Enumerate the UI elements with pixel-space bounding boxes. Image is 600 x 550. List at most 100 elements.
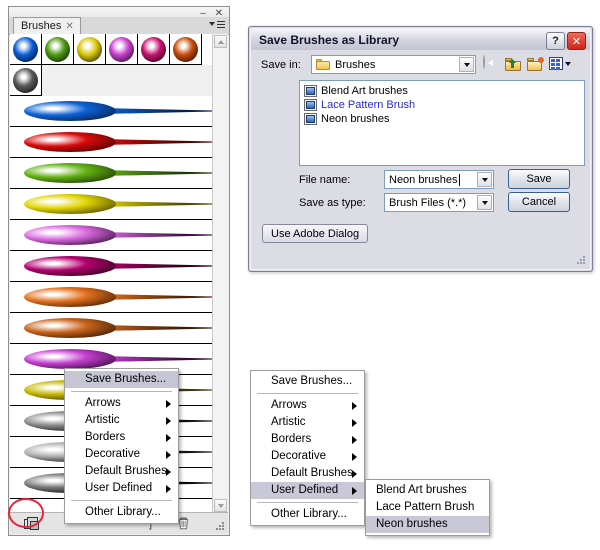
menu-item-label: Default Brushes — [271, 467, 353, 479]
menu-item-artistic[interactable]: Artistic — [65, 412, 178, 429]
save-in-combobox[interactable]: Brushes — [311, 55, 476, 74]
new-brush-icon[interactable] — [24, 516, 39, 531]
yellow-brush-thumb[interactable] — [74, 34, 106, 65]
submenu-arrow-icon — [352, 453, 357, 461]
file-list-item[interactable]: Lace Pattern Brush — [300, 98, 584, 112]
menu-item-default-brushes[interactable]: Default Brushes — [251, 465, 364, 482]
menu-item-borders[interactable]: Borders — [65, 429, 178, 446]
save-button[interactable]: Save — [508, 169, 570, 189]
back-arrow-icon[interactable] — [483, 55, 500, 72]
scroll-down-button[interactable] — [214, 499, 227, 512]
file-list-item[interactable]: Neon brushes — [300, 112, 584, 126]
chevron-down-icon[interactable] — [477, 195, 492, 210]
submenu-arrow-icon — [166, 417, 171, 425]
menu-item-save-brushes[interactable]: Save Brushes... — [251, 373, 364, 390]
menu-item-arrows[interactable]: Arrows — [251, 397, 364, 414]
menu-item-label: Decorative — [85, 448, 140, 460]
close-button[interactable]: ✕ — [567, 32, 586, 50]
up-one-level-icon[interactable] — [505, 57, 522, 71]
menu-item-arrows[interactable]: Arrows — [65, 395, 178, 412]
text-caret — [458, 173, 460, 186]
tab-brushes[interactable]: Brushes ✕ — [13, 17, 81, 34]
brush-stroke-row[interactable] — [10, 313, 228, 344]
scroll-up-button[interactable] — [214, 35, 227, 48]
image-file-icon — [304, 113, 317, 125]
file-name-label: File name: — [299, 174, 351, 186]
file-list[interactable]: Blend Art brushes Lace Pattern Brush Neon … — [299, 80, 585, 166]
menu-item-label: Borders — [85, 431, 126, 443]
green-brush-thumb[interactable] — [42, 34, 74, 65]
tab-close-icon[interactable]: ✕ — [65, 21, 73, 32]
save-as-type-value: Brush Files (*.*) — [389, 196, 467, 209]
stroke-tail — [102, 108, 214, 114]
brush-stroke-row[interactable] — [10, 220, 228, 251]
stroke-tail — [102, 139, 214, 145]
stroke-bulb — [24, 194, 116, 214]
menu-item-decorative[interactable]: Decorative — [65, 446, 178, 463]
help-button[interactable]: ? — [546, 32, 565, 50]
submenu-arrow-icon — [352, 487, 357, 495]
new-folder-icon[interactable] — [527, 57, 544, 71]
brush-ball-glyph — [141, 37, 166, 62]
green-stroke — [24, 163, 214, 183]
menu-item-other-library[interactable]: Other Library... — [65, 504, 178, 521]
submenu-arrow-icon — [166, 400, 171, 408]
menu-item-save-brushes[interactable]: Save Brushes... — [65, 371, 178, 388]
menu-item-label: Save Brushes... — [271, 375, 353, 387]
cancel-button[interactable]: Cancel — [508, 192, 570, 212]
chevron-up-icon — [218, 40, 224, 44]
stroke-tail — [102, 263, 214, 269]
magenta-brush-thumb[interactable] — [106, 34, 138, 65]
brushes-flyout-menu-right[interactable]: Save Brushes... Arrows Artistic Borders Deco… — [250, 370, 365, 526]
dialog-resize-grip[interactable] — [576, 256, 586, 266]
submenu-item-lace-pattern-brush[interactable]: Lace Pattern Brush — [366, 499, 489, 516]
submenu-item-blend-art-brushes[interactable]: Blend Art brushes — [366, 482, 489, 499]
panel-scrollbar[interactable] — [212, 34, 228, 513]
use-adobe-dialog-button[interactable]: Use Adobe Dialog — [262, 224, 369, 243]
save-as-type-combobox[interactable]: Brush Files (*.*) — [384, 193, 494, 212]
chevron-down-icon[interactable] — [459, 57, 474, 72]
stroke-bulb — [24, 287, 116, 307]
thumbnail-empty-area — [42, 65, 228, 96]
menu-separator — [257, 502, 358, 503]
copper-stroke — [24, 318, 214, 338]
user-defined-submenu[interactable]: Blend Art brushes Lace Pattern Brush Neon … — [365, 479, 490, 536]
menu-item-user-defined[interactable]: User Defined — [65, 480, 178, 497]
menu-item-label: Default Brushes — [85, 465, 167, 477]
pink-brush-thumb[interactable] — [138, 34, 170, 65]
magenta-stroke — [24, 256, 214, 276]
menu-item-artistic[interactable]: Artistic — [251, 414, 364, 431]
menu-item-default-brushes[interactable]: Default Brushes — [65, 463, 178, 480]
panel-flyout-menu-button[interactable] — [209, 19, 225, 32]
chevron-down-icon — [209, 22, 215, 26]
stroke-tail — [102, 170, 214, 176]
brushes-flyout-menu-left[interactable]: Save Brushes... Arrows Artistic Borders Deco… — [64, 368, 179, 524]
blue-brush-thumb[interactable] — [10, 34, 42, 65]
save-in-label: Save in: — [261, 59, 301, 71]
submenu-item-neon-brushes[interactable]: Neon brushes — [366, 516, 489, 533]
menu-item-decorative[interactable]: Decorative — [251, 448, 364, 465]
panel-resize-grip[interactable] — [215, 522, 225, 532]
orange-brush-thumb[interactable] — [170, 34, 202, 65]
file-list-item-label: Lace Pattern Brush — [321, 99, 416, 111]
menu-separator — [71, 500, 172, 501]
brush-stroke-row[interactable] — [10, 251, 228, 282]
file-name-input[interactable]: Neon brushes — [384, 170, 494, 189]
folder-icon — [316, 59, 330, 70]
views-icon[interactable] — [549, 57, 571, 71]
menu-item-user-defined[interactable]: User Defined — [251, 482, 364, 499]
brush-ball-glyph — [109, 37, 134, 62]
file-list-item-label: Neon brushes — [321, 113, 390, 125]
brush-thumbnail-row — [10, 65, 228, 96]
brush-stroke-row[interactable] — [10, 282, 228, 313]
gray-brush-thumb[interactable] — [10, 65, 42, 96]
menu-item-borders[interactable]: Borders — [251, 431, 364, 448]
brush-stroke-row[interactable] — [10, 158, 228, 189]
brush-stroke-row[interactable] — [10, 189, 228, 220]
brush-stroke-row[interactable] — [10, 96, 228, 127]
brush-stroke-row[interactable] — [10, 127, 228, 158]
chevron-down-icon[interactable] — [477, 172, 492, 187]
menu-item-other-library[interactable]: Other Library... — [251, 506, 364, 523]
file-list-item[interactable]: Blend Art brushes — [300, 84, 584, 98]
stroke-tail — [102, 201, 214, 207]
